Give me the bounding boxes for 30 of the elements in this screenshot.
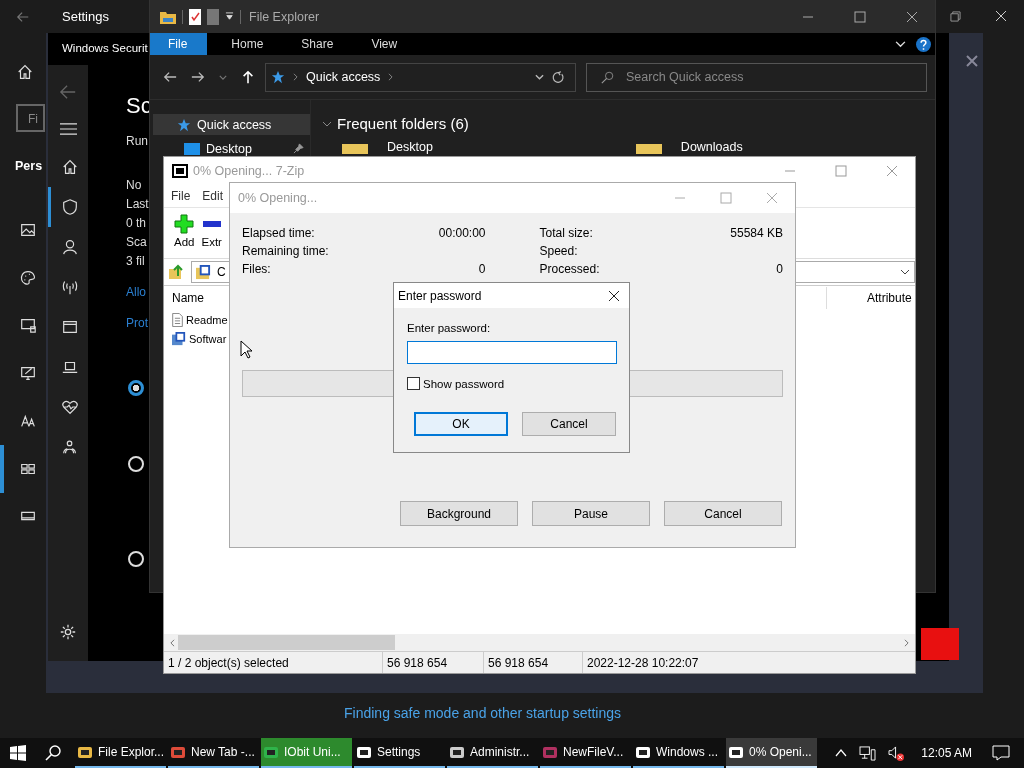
section-heading: Frequent folders (6) (337, 115, 469, 132)
dialog-title: Enter password (398, 288, 482, 303)
status-text: Last (126, 197, 149, 211)
status-text: Sca (126, 235, 147, 249)
window-title: File Explorer (249, 9, 320, 24)
stat-value: 55584 KB (730, 226, 783, 240)
page-subtitle: Run (126, 134, 148, 148)
stat-value: 00:00:00 (438, 226, 486, 240)
stat-label: Remaining time: (242, 244, 329, 258)
status-text: No (126, 178, 142, 192)
stat-label: Processed: (539, 262, 600, 276)
stat-value: 0 (478, 262, 486, 276)
stat-label: Files: (242, 262, 271, 276)
stat-label: Speed: (539, 244, 578, 258)
status-text: 1 / 2 object(s) selected (164, 652, 383, 673)
window-title: Windows Securit (62, 42, 148, 56)
window-title: 0% Opening... 7-Zip (193, 164, 305, 178)
search-placeholder: Fi (28, 112, 38, 126)
status-text: 56 918 654 (484, 652, 583, 673)
field-label: Enter password: (407, 322, 492, 334)
window-title: Settings (62, 9, 109, 24)
stat-value: 0 (776, 262, 783, 276)
status-text: 56 918 654 (383, 652, 484, 673)
section-heading: Pers (15, 159, 43, 173)
window-title: 0% Opening... (238, 191, 318, 205)
stat-label: Total size: (539, 226, 593, 240)
status-text: 3 fil (126, 254, 145, 268)
status-text: 0 th (126, 216, 146, 230)
status-text: 2022-12-28 10:22:07 (586, 654, 699, 672)
stat-label: Elapsed time: (242, 226, 315, 240)
